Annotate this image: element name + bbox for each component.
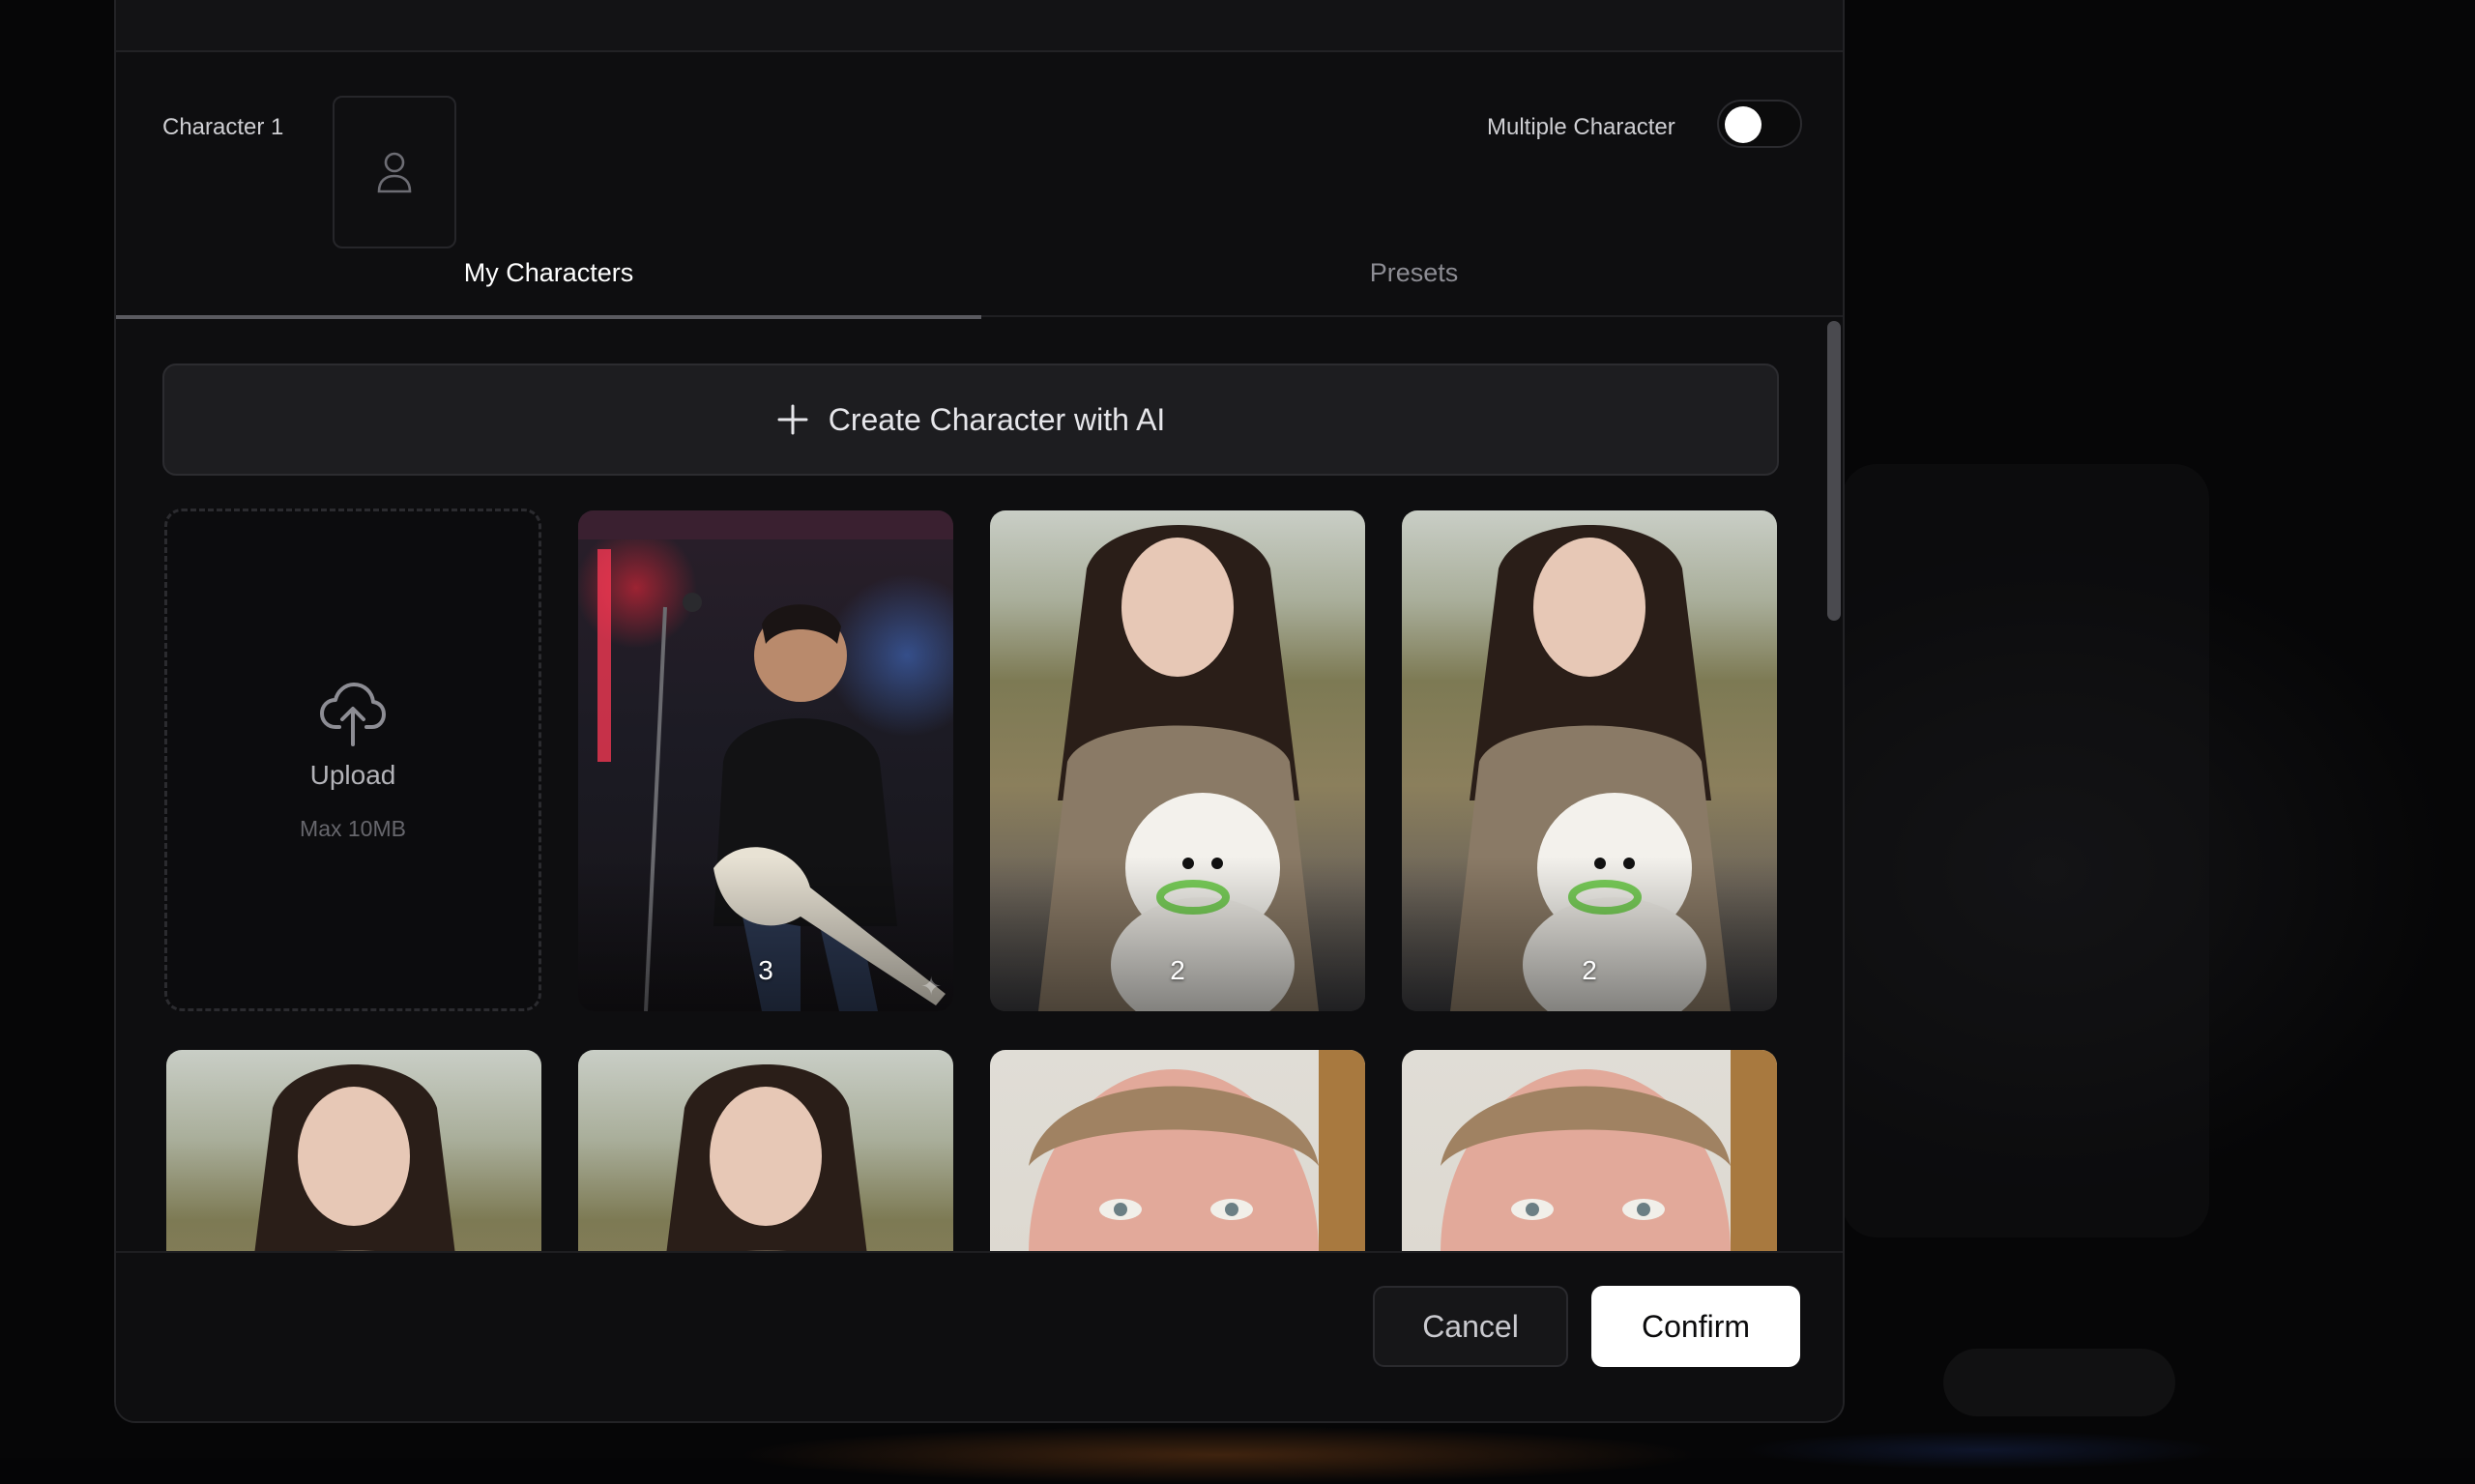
character-card[interactable]: 2 <box>990 510 1365 1011</box>
sparkle-icon: ✦ <box>920 972 942 1001</box>
character-tabs: My Characters Presets <box>116 228 1843 319</box>
character-slot-label: Character 1 <box>162 114 284 140</box>
card-scrim <box>578 857 953 1011</box>
cancel-button[interactable]: Cancel <box>1373 1286 1568 1367</box>
create-character-ai-label: Create Character with AI <box>828 401 1166 437</box>
scrollbar-thumb[interactable] <box>1827 321 1841 621</box>
character-slot-1[interactable] <box>333 96 456 248</box>
character-thumbnail-figure <box>254 1064 455 1251</box>
character-grid-scroll[interactable]: Create Character with AI Upload Max 10MB <box>116 317 1843 1251</box>
background-glow-blue <box>1740 1431 2224 1469</box>
multiple-character-toggle[interactable] <box>1717 100 1802 148</box>
modal-footer: Cancel Confirm <box>116 1251 1843 1421</box>
card-scrim <box>990 857 1365 1011</box>
character-thumbnail-figure <box>1441 1050 1777 1251</box>
tab-presets[interactable]: Presets <box>981 228 1843 317</box>
character-card[interactable] <box>578 1050 953 1251</box>
character-thumbnail-figure <box>1029 1050 1365 1251</box>
background-panel <box>1842 464 2209 1237</box>
background-glow <box>735 1426 1702 1484</box>
character-card[interactable] <box>1402 1050 1777 1251</box>
toggle-knob <box>1725 106 1762 143</box>
character-slot-row: Character 1 Multiple Character <box>116 52 1843 248</box>
upload-cloud-icon <box>320 682 386 746</box>
plus-icon <box>777 404 808 435</box>
character-card[interactable]: 3 ✦ <box>578 510 953 1011</box>
character-thumbnail-figure <box>666 1064 867 1251</box>
character-card[interactable] <box>166 1050 541 1251</box>
modal-top-bar <box>116 0 1843 52</box>
upload-size-limit: Max 10MB <box>300 815 406 841</box>
character-card[interactable]: 2 <box>1402 510 1777 1011</box>
card-scrim <box>1402 857 1777 1011</box>
tab-my-characters[interactable]: My Characters <box>116 228 981 319</box>
confirm-button[interactable]: Confirm <box>1591 1286 1800 1367</box>
create-character-ai-button[interactable]: Create Character with AI <box>162 364 1779 476</box>
character-card[interactable] <box>990 1050 1365 1251</box>
upload-tile[interactable]: Upload Max 10MB <box>164 509 541 1011</box>
person-icon <box>377 152 412 193</box>
character-image-count: 3 <box>758 955 773 985</box>
character-select-modal: Character 1 Multiple Character My Charac… <box>114 0 1845 1423</box>
background-button <box>1943 1349 2175 1416</box>
character-image-count: 2 <box>1582 955 1597 985</box>
character-image-count: 2 <box>1170 955 1185 985</box>
multiple-character-label: Multiple Character <box>1487 114 1675 140</box>
upload-title: Upload <box>309 759 396 790</box>
